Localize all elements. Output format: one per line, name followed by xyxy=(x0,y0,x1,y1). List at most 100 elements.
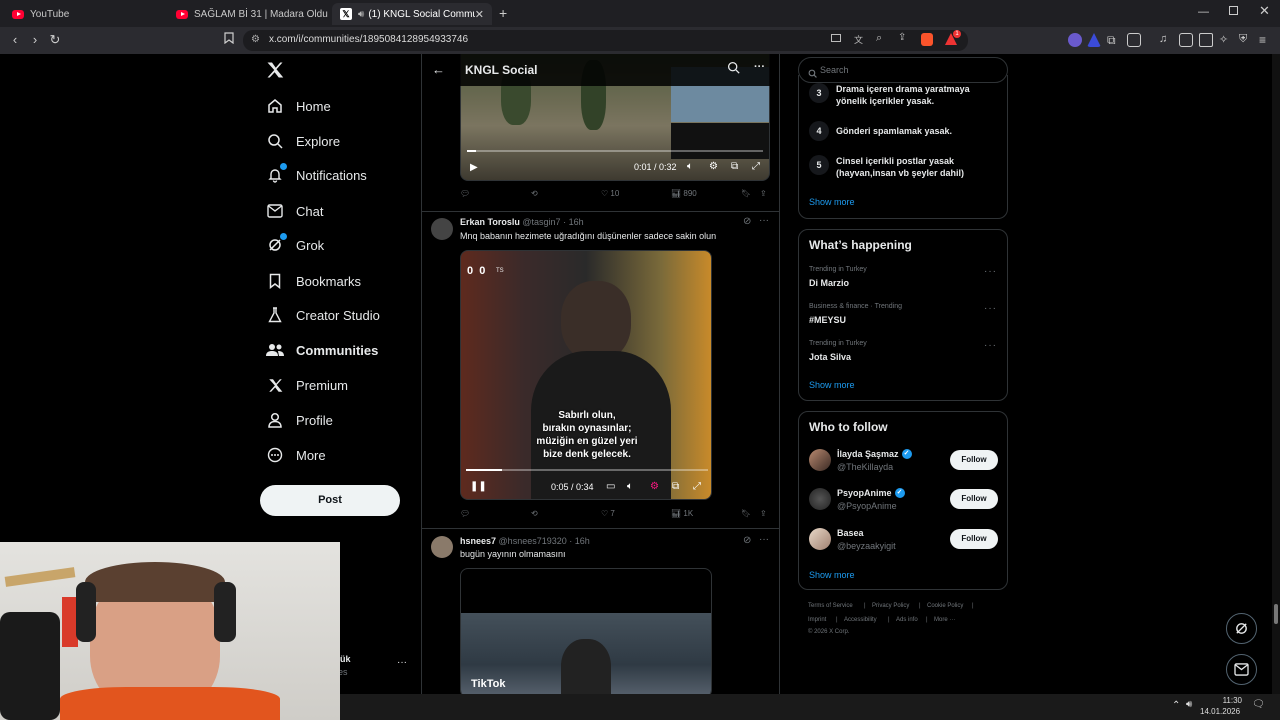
more-options-icon[interactable]: ··· xyxy=(754,61,765,73)
post-time[interactable]: 16h xyxy=(575,536,590,546)
footer-link[interactable]: Terms of Service xyxy=(808,603,853,609)
translate-icon[interactable]: 文 xyxy=(854,33,863,46)
extension-icon[interactable] xyxy=(1068,33,1082,47)
wallet-icon[interactable] xyxy=(1199,33,1213,47)
like-button[interactable]: ♡ 10 xyxy=(601,189,619,198)
footer-link[interactable]: Privacy Policy xyxy=(872,603,909,609)
author-avatar[interactable] xyxy=(431,536,453,558)
author-handle[interactable]: @hsnees719320 xyxy=(499,536,567,546)
bookmark-page-icon[interactable] xyxy=(221,32,237,48)
extension-icon[interactable] xyxy=(1087,33,1101,47)
post-more-icon[interactable]: ··· xyxy=(759,534,769,545)
views-button[interactable]: 📊︎ 890 xyxy=(671,189,697,198)
vpn-icon[interactable]: ⛨ xyxy=(1239,33,1253,47)
views-button[interactable]: 📊︎ 1K xyxy=(671,509,693,518)
fullscreen-icon[interactable]: ⤢ xyxy=(752,161,760,172)
settings-icon[interactable]: ⚙︎ xyxy=(650,481,659,492)
follow-button[interactable]: Follow xyxy=(950,529,998,549)
account-menu-icon[interactable]: ··· xyxy=(397,657,407,668)
menu-icon[interactable]: ≡ xyxy=(1259,33,1273,47)
author-name[interactable]: hsnees7 xyxy=(460,536,496,546)
forward-button[interactable]: › xyxy=(27,32,43,48)
nav-profile[interactable]: Profile xyxy=(266,407,333,433)
nav-chat[interactable]: Chat xyxy=(266,198,323,224)
video-progress-track[interactable] xyxy=(467,150,763,152)
fullscreen-icon[interactable]: ⤢ xyxy=(693,481,701,492)
share-icon[interactable]: ⇪ xyxy=(898,32,906,43)
follow-button[interactable]: Follow xyxy=(950,489,998,509)
footer-link[interactable]: Accessibility xyxy=(844,617,877,623)
post-button[interactable]: Post xyxy=(260,485,400,516)
play-icon[interactable]: ▶ xyxy=(470,162,478,173)
follow-show-more-link[interactable]: Show more xyxy=(809,570,855,580)
user-name-row[interactable]: Basea xyxy=(837,528,864,538)
address-bar[interactable]: ⚙︎ x.com/i/communities/18950841289549337… xyxy=(243,30,968,51)
video-progress-track[interactable] xyxy=(466,469,708,471)
messages-float-button[interactable] xyxy=(1226,654,1257,685)
reload-button[interactable]: ↻ xyxy=(47,32,63,48)
user-avatar[interactable] xyxy=(809,528,831,550)
screenshot-icon[interactable] xyxy=(1127,33,1141,47)
clock-date[interactable]: 14.01.2026 xyxy=(1200,707,1240,716)
post-video-player[interactable]: 0 0 TS Sabırlı olun, bırakın oynasınlar;… xyxy=(460,250,712,500)
site-settings-icon[interactable]: ⚙︎ xyxy=(251,34,260,45)
rules-show-more-link[interactable]: Show more xyxy=(809,197,855,207)
grok-icon[interactable]: ⊘ xyxy=(743,535,751,546)
volume-icon[interactable]: 🔊︎ xyxy=(1186,699,1192,710)
nav-creator-studio[interactable]: Creator Studio xyxy=(266,302,380,328)
sidebar-toggle-icon[interactable] xyxy=(1179,33,1193,47)
x-logo-icon[interactable] xyxy=(266,61,286,81)
pip-icon[interactable]: ⧉ xyxy=(672,481,679,492)
trend-more-icon[interactable]: ··· xyxy=(984,340,997,351)
bookmark-icon[interactable]: 🔖︎ xyxy=(741,189,751,198)
close-window-button[interactable]: ✕ xyxy=(1259,3,1270,19)
nav-home[interactable]: Home xyxy=(266,93,331,119)
back-arrow-icon[interactable]: ← xyxy=(432,62,445,77)
notification-center-icon[interactable]: 🗨︎ xyxy=(1252,699,1265,710)
like-button[interactable]: ♡ 7 xyxy=(601,509,615,518)
nav-grok[interactable]: Grok xyxy=(266,232,324,258)
trends-show-more-link[interactable]: Show more xyxy=(809,380,855,390)
nav-notifications[interactable]: Notifications xyxy=(266,162,367,188)
repost-icon[interactable]: ⟲ xyxy=(531,509,538,518)
post-time[interactable]: 16h xyxy=(569,217,584,227)
pip-icon[interactable]: ⧉ xyxy=(731,161,738,172)
repost-icon[interactable]: ⟲ xyxy=(531,189,538,198)
back-button[interactable]: ‹ xyxy=(7,32,23,48)
bookmark-icon[interactable]: 🔖︎ xyxy=(741,509,751,518)
nav-premium[interactable]: Premium xyxy=(266,372,348,398)
user-avatar[interactable] xyxy=(809,449,831,471)
nav-explore[interactable]: Explore xyxy=(266,128,340,154)
follow-button[interactable]: Follow xyxy=(950,450,998,470)
post-video-player[interactable]: TikTok xyxy=(460,568,712,694)
minimize-button[interactable]: — xyxy=(1198,6,1209,18)
media-icon[interactable]: ♫ xyxy=(1159,33,1173,47)
extensions-puzzle-icon[interactable]: ⧉ xyxy=(1107,33,1121,47)
grok-float-button[interactable] xyxy=(1226,613,1257,644)
footer-link[interactable]: Ads info xyxy=(896,617,918,623)
captions-icon[interactable]: ▭ xyxy=(606,481,615,492)
nav-bookmarks[interactable]: Bookmarks xyxy=(266,268,361,294)
maximize-button[interactable] xyxy=(1229,6,1238,15)
search-icon[interactable] xyxy=(727,61,740,79)
cast-icon[interactable] xyxy=(831,34,841,42)
grok-icon[interactable]: ⊘ xyxy=(743,216,751,227)
settings-icon[interactable]: ⚙︎ xyxy=(709,161,718,172)
reply-icon[interactable]: 💬︎ xyxy=(460,509,470,518)
user-avatar[interactable] xyxy=(809,488,831,510)
footer-link[interactable]: More ··· xyxy=(934,617,955,623)
tray-chevron-icon[interactable]: ⌃ xyxy=(1172,700,1180,711)
author-name[interactable]: Erkan Toroslu xyxy=(460,217,520,227)
page-scrollbar[interactable] xyxy=(1272,54,1280,694)
browser-tab-youtube[interactable]: YouTube xyxy=(4,3,164,25)
scrollbar-thumb[interactable] xyxy=(1274,604,1278,624)
nav-more[interactable]: More xyxy=(266,442,326,468)
trend-more-icon[interactable]: ··· xyxy=(984,303,997,314)
reply-icon[interactable]: 💬︎ xyxy=(460,189,470,198)
clock-time[interactable]: 11:30 xyxy=(1212,696,1242,705)
brave-shield-icon[interactable] xyxy=(921,33,933,46)
user-name-row[interactable]: İlayda Şaşmaz ✓ xyxy=(837,449,912,459)
leo-ai-icon[interactable]: ✧ xyxy=(1219,33,1233,47)
volume-icon[interactable]: 🔈︎ xyxy=(627,481,633,492)
pause-icon[interactable]: ❚❚ xyxy=(470,481,487,492)
